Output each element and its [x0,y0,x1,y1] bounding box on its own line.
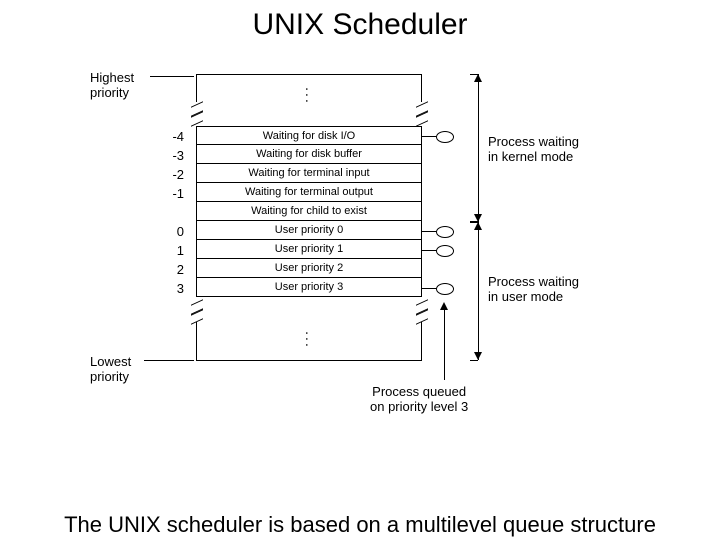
queue-row: User priority 0 [196,221,422,240]
priority-number: -4 [160,129,184,144]
queue-row: User priority 1 [196,240,422,259]
queue-row: Waiting for child to exist [196,202,422,221]
lowest-priority-label: Lowest priority [90,354,131,384]
priority-number: 0 [160,224,184,239]
kernel-mode-label: Process waiting in kernel mode [488,134,579,164]
highest-priority-label: Highest priority [90,70,134,100]
process-node [436,245,454,257]
process-node [436,283,454,295]
page-title: UNIX Scheduler [0,8,720,42]
priority-number: 1 [160,243,184,258]
user-mode-label: Process waiting in user mode [488,274,579,304]
queue-row: User priority 3 [196,278,422,297]
scheduler-diagram: ... ... Highest priority Lowest priority… [100,64,620,464]
queue-row: User priority 2 [196,259,422,278]
bottom-ellipsis: ... [303,331,319,349]
process-node [436,226,454,238]
queued-label: Process queued on priority level 3 [370,384,468,414]
top-ellipsis: ... [303,87,319,105]
queue-row: Waiting for disk I/O [196,126,422,145]
priority-number: -3 [160,148,184,163]
queue-row: Waiting for terminal output [196,183,422,202]
queue-row: Waiting for disk buffer [196,145,422,164]
process-node [436,131,454,143]
caption-text: The UNIX scheduler is based on a multile… [0,512,720,538]
priority-number: -1 [160,186,184,201]
queue-row: Waiting for terminal input [196,164,422,183]
priority-number: 3 [160,281,184,296]
priority-number: -2 [160,167,184,182]
priority-number: 2 [160,262,184,277]
